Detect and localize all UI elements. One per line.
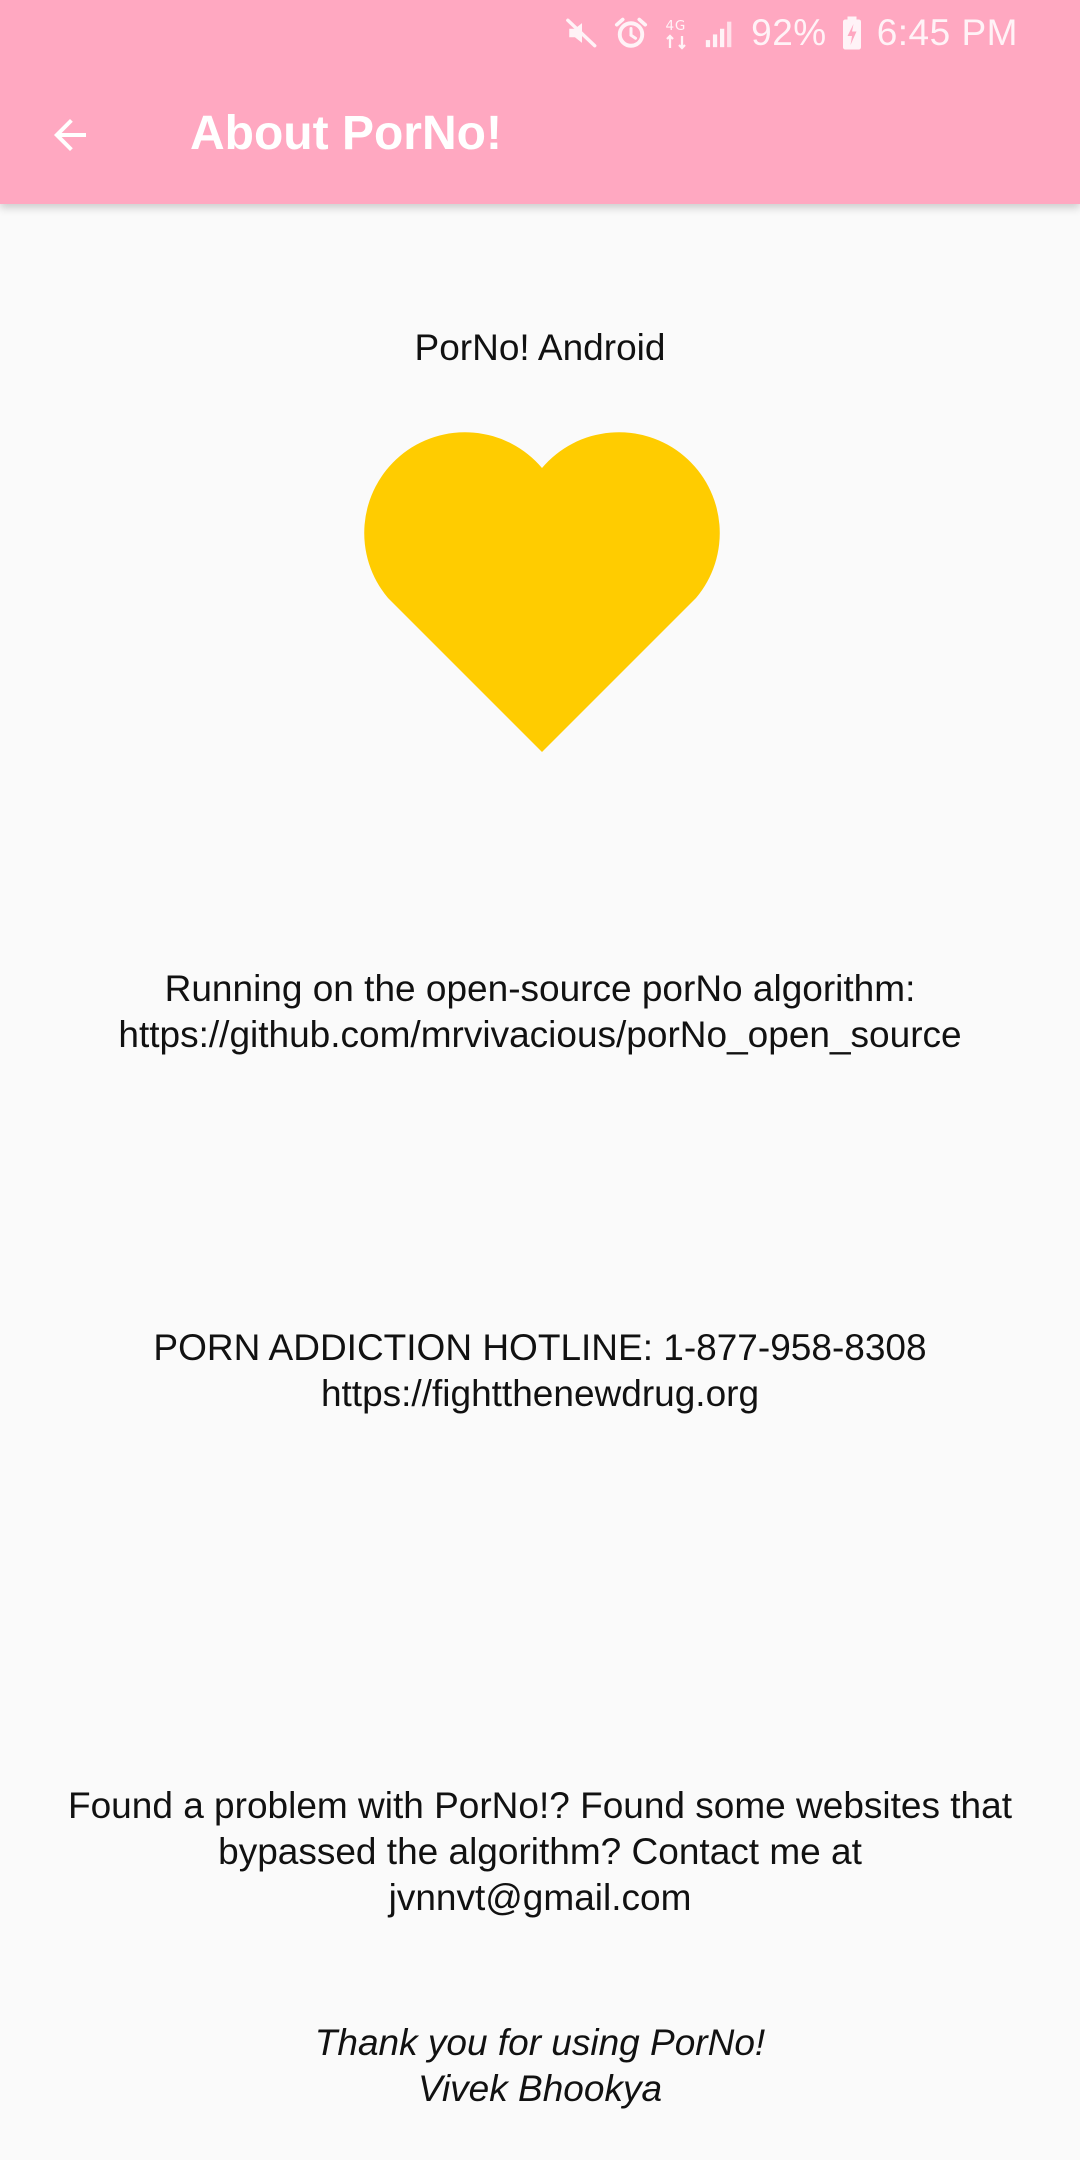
page-title: About PorNo! [190, 107, 502, 160]
algorithm-text: Running on the open-source porNo algorit… [164, 968, 916, 1009]
contact-email-link[interactable]: jvnnvt@gmail.com [0, 1875, 1080, 1921]
mute-icon [566, 18, 597, 48]
status-icons: 4G 92% 6:45 PM [565, 10, 1018, 56]
data-icon: 4G [666, 18, 687, 50]
about-content: PorNo! Android Running on the open-sourc… [0, 204, 1080, 2160]
problem-text-line2: bypassed the algorithm? Contact me at [218, 1831, 862, 1872]
thanks-text: Thank you for using PorNo! [314, 2022, 766, 2063]
hotline-info: PORN ADDICTION HOTLINE: 1-877-958-8308 h… [20, 1325, 1060, 1417]
status-bar: 4G 92% 6:45 PM [0, 0, 1080, 66]
fightthenewdrug-link[interactable]: https://fightthenewdrug.org [20, 1371, 1060, 1417]
back-button[interactable] [32, 97, 108, 173]
battery-charging-icon [842, 16, 861, 50]
problem-text-line1: Found a problem with PorNo!? Found some … [68, 1785, 1012, 1826]
arrow-back-icon [54, 119, 86, 151]
toolbar: About PorNo! [0, 66, 1080, 204]
author-name: Vivek Bhookya [417, 2068, 663, 2109]
heart-icon [364, 432, 720, 752]
app-bar: 4G 92% 6:45 PM About PorNo! [0, 0, 1080, 204]
svg-text:4G: 4G [666, 18, 687, 34]
battery-percent: 92% [751, 12, 827, 53]
alarm-icon [615, 17, 648, 48]
signal-icon [705, 21, 732, 48]
algorithm-info: Running on the open-source porNo algorit… [20, 966, 1060, 1058]
app-name: PorNo! Android [414, 327, 666, 368]
hotline-text[interactable]: PORN ADDICTION HOTLINE: 1-877-958-8308 [20, 1325, 1060, 1371]
github-link[interactable]: https://github.com/mrvivacious/porNo_ope… [20, 1012, 1060, 1058]
thanks-note: Thank you for using PorNo! Vivek Bhookya [20, 2020, 1060, 2112]
status-time: 6:45 PM [876, 12, 1018, 53]
contact-info: Found a problem with PorNo!? Found some … [0, 1783, 1080, 1921]
